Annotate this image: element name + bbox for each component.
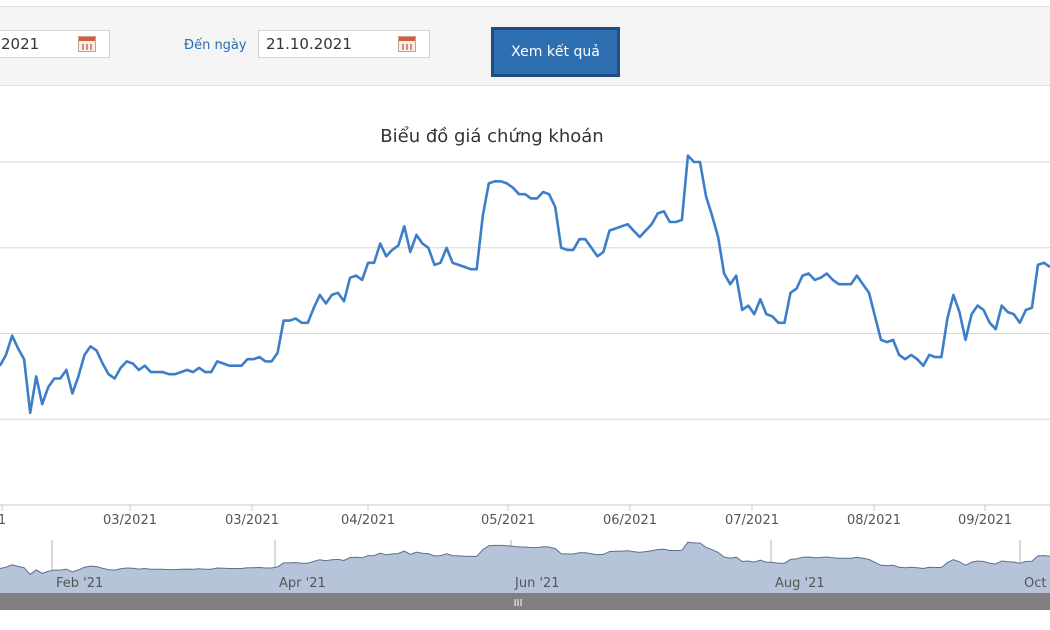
navigator-label: Aug '21 [775,576,825,591]
x-tick-label: 03/2021 [225,513,279,528]
scrollbar-grip[interactable]: III [514,598,523,609]
x-tick-label: 09/2021 [958,513,1012,528]
x-axis: 1 03/2021 03/2021 04/2021 05/2021 06/2021 07/2… [0,505,1012,528]
navigator-label: Apr '21 [279,576,326,591]
chart-title: Biểu đồ giá chứng khoán [380,126,603,147]
x-tick-label: 06/2021 [603,513,657,528]
stock-price-chart: Biểu đồ giá chứng khoán 1 03/2021 03/2021 0… [0,126,1050,610]
x-tick-label: 03/2021 [103,513,157,528]
price-series-line [0,154,1050,415]
x-tick-label: 05/2021 [481,513,535,528]
navigator[interactable]: Feb '21 Apr '21 Jun '21 Aug '21 Oct [0,540,1050,593]
grid-lines [0,161,1050,506]
scrollbar[interactable] [0,593,1050,610]
x-tick-label: 1 [0,513,6,528]
navigator-label: Jun '21 [514,576,560,591]
navigator-label: Feb '21 [56,576,103,591]
x-tick-label: 04/2021 [341,513,395,528]
x-tick-label: 07/2021 [725,513,779,528]
navigator-label: Oct [1024,576,1046,591]
x-tick-label: 08/2021 [847,513,901,528]
